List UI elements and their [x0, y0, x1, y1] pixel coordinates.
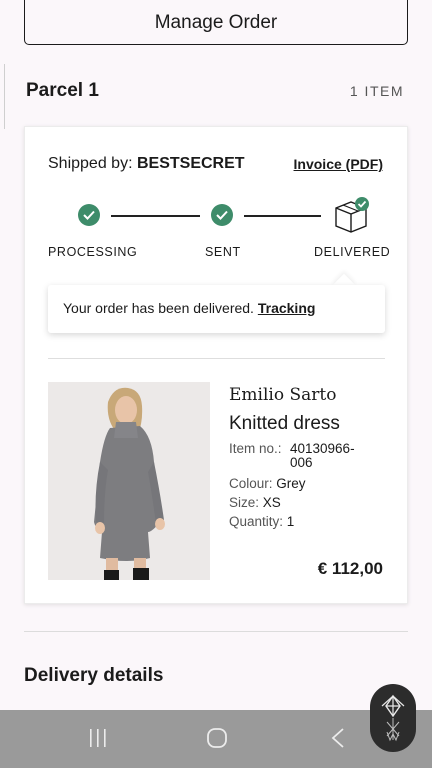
colour-label: Colour: [229, 476, 273, 491]
delivered-box-icon [333, 197, 371, 233]
quantity-value: 1 [286, 514, 295, 529]
product-price: € 112,00 [317, 559, 383, 578]
colour-value: Grey [276, 476, 306, 491]
product-image[interactable] [48, 382, 210, 580]
invoice-pdf-link[interactable]: Invoice (PDF) [294, 156, 383, 172]
manage-order-button[interactable]: Manage Order [24, 0, 408, 45]
shipped-by-label: Shipped by: [48, 155, 133, 172]
home-icon[interactable] [206, 727, 228, 754]
section-divider [24, 631, 408, 632]
status-message: Your order has been delivered. [63, 300, 254, 316]
step-delivered: DELIVERED [314, 245, 391, 259]
carrier-name: BESTSECRET [136, 155, 245, 172]
back-icon[interactable] [330, 728, 346, 753]
progress-line-2 [244, 215, 321, 217]
size-label: Size: [229, 495, 260, 510]
quantity-row: Quantity: 1 [229, 514, 294, 529]
parcel-card: Shipped by: BESTSECRET Invoice (PDF) PRO… [24, 126, 408, 604]
quantity-label: Quantity: [229, 514, 284, 529]
product-name[interactable]: Knitted dress [229, 413, 340, 435]
shipped-by: Shipped by: BESTSECRET [48, 155, 245, 173]
size-row: Size: XS [229, 495, 281, 510]
progress-line-1 [111, 215, 200, 217]
system-navigation-bar [0, 710, 432, 768]
tracking-link[interactable]: Tracking [258, 300, 316, 316]
card-divider [48, 358, 385, 359]
brand-assistant-button[interactable] [370, 684, 416, 752]
size-value: XS [262, 495, 281, 510]
delivery-details-title[interactable]: Delivery details [24, 665, 163, 687]
brand-assistant-icon [381, 694, 405, 742]
item-no-value: 40130966-006 [290, 441, 355, 470]
parcel-item-count: 1 ITEM [349, 83, 404, 99]
step-processing: PROCESSING [48, 245, 138, 259]
parcel-title: Parcel 1 [26, 80, 99, 101]
colour-row: Colour: Grey [229, 476, 306, 491]
recents-icon[interactable] [88, 728, 108, 753]
item-no-label: Item no.: [229, 441, 282, 456]
side-panel-edge [0, 64, 5, 129]
step-sent: SENT [205, 245, 241, 259]
delivery-status-popup: Your order has been delivered. Tracking [48, 285, 385, 333]
processing-check-icon [78, 204, 100, 226]
product-brand: Emilio Sarto [229, 385, 337, 405]
sent-check-icon [211, 204, 233, 226]
